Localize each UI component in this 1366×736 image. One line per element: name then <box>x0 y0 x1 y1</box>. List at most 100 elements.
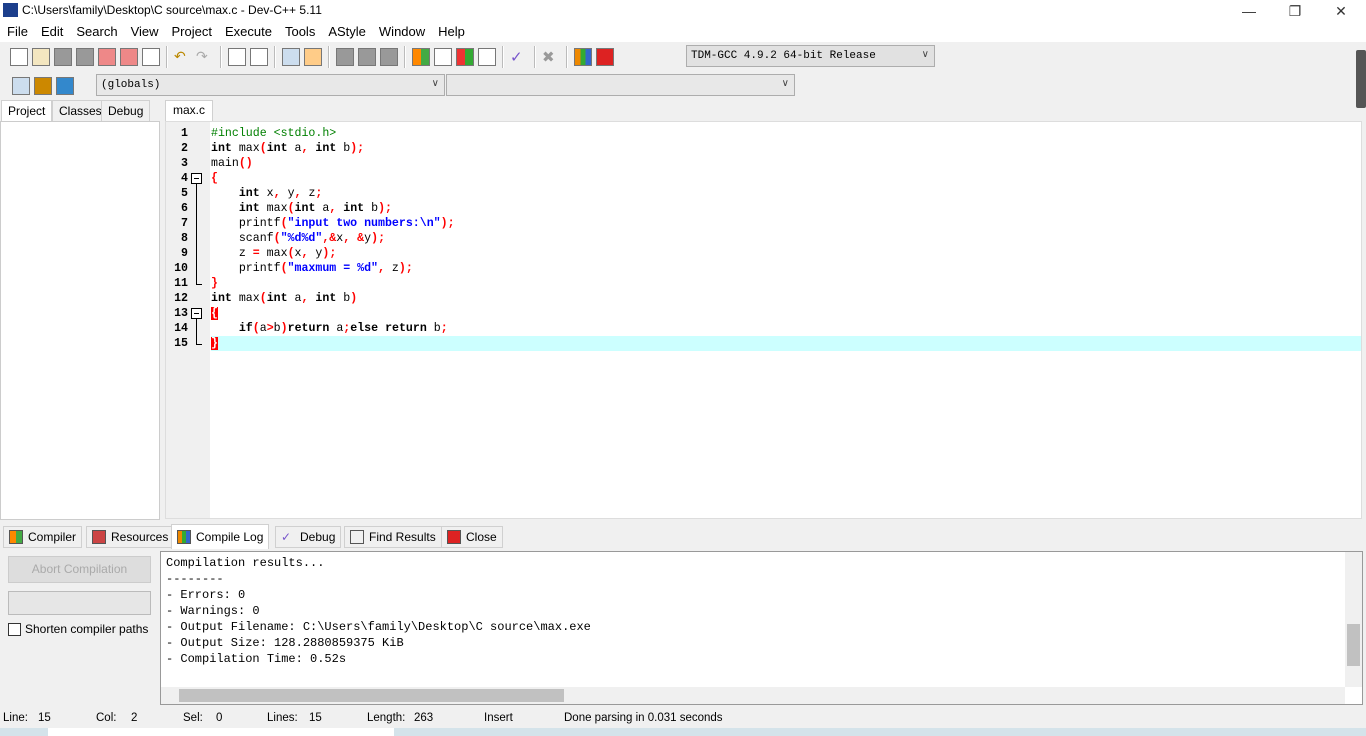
save-icon[interactable] <box>54 48 72 66</box>
indent-icon[interactable] <box>282 48 300 66</box>
taskbar-item[interactable] <box>48 728 394 736</box>
class-toolbar <box>10 72 76 100</box>
shorten-paths-checkbox[interactable] <box>8 622 21 636</box>
compile-icon[interactable] <box>412 48 430 66</box>
shorten-paths-option[interactable]: Shorten compiler paths <box>8 622 148 636</box>
tab-label: Close <box>466 530 497 544</box>
menu-edit[interactable]: Edit <box>34 22 69 42</box>
code-token: z <box>384 262 399 275</box>
code-editor[interactable]: 1 2 3 4 5 6 7 8 9 10 11 12 13 14 15 #include <stdio.h>… <box>165 121 1362 519</box>
code-line[interactable]: int x, y, z; <box>211 186 1361 201</box>
menu-project[interactable]: Project <box>165 22 218 42</box>
bookmark-next-icon[interactable] <box>358 48 376 66</box>
code-token: ( <box>280 217 288 230</box>
tab-compile-log[interactable]: Compile Log <box>171 524 270 549</box>
compiler-select[interactable]: TDM-GCC 4.9.2 64-bit Release ∨ <box>686 45 935 67</box>
menu-tools[interactable]: Tools <box>278 22 321 42</box>
add-icon[interactable] <box>34 77 52 95</box>
tab-compiler[interactable]: Compiler <box>3 526 83 548</box>
log-hscroll-thumb[interactable] <box>179 689 564 702</box>
menu-window[interactable]: Window <box>372 22 431 42</box>
bookmark-prev-icon[interactable] <box>336 48 354 66</box>
code-line[interactable]: main() <box>211 156 1361 171</box>
new-file-icon[interactable] <box>10 48 28 66</box>
tab-debug-left[interactable]: Debug <box>101 100 151 122</box>
code-line[interactable]: int max(int a, int b); <box>211 201 1361 216</box>
line-number: 7 <box>181 217 188 230</box>
undo-icon[interactable]: ↶ <box>174 48 192 66</box>
code-line[interactable]: int max(int a, int b) <box>211 291 1361 306</box>
status-length-label: Length: <box>367 712 406 724</box>
tab-resources[interactable]: Resources <box>86 526 175 548</box>
find-icon[interactable] <box>228 48 246 66</box>
menu-astyle[interactable]: AStyle <box>321 22 372 42</box>
code-line[interactable]: #include <stdio.h> <box>211 126 1361 141</box>
print-icon[interactable] <box>142 48 160 66</box>
abort-compilation-button[interactable]: Abort Compilation <box>8 556 151 583</box>
menu-search[interactable]: Search <box>69 22 123 42</box>
code-line[interactable]: { <box>211 171 1361 186</box>
goto-line-icon[interactable] <box>304 48 322 66</box>
toggle-icon[interactable] <box>56 77 74 95</box>
project-panel <box>0 121 160 520</box>
rebuild-icon[interactable] <box>478 48 496 66</box>
code-token: "maxmum = %d" <box>287 262 378 275</box>
menu-view[interactable]: View <box>124 22 165 42</box>
toggle-bookmark-icon[interactable] <box>380 48 398 66</box>
status-line: 15 <box>38 712 51 724</box>
code-line[interactable]: scanf("%d%d",&x, &y); <box>211 231 1361 246</box>
delete-profile-icon[interactable] <box>596 48 614 66</box>
close-window-button[interactable]: ✕ <box>1318 0 1364 22</box>
restore-button[interactable]: ❐ <box>1272 0 1318 22</box>
code-token: int <box>343 202 365 215</box>
tab-debug[interactable]: ✓ Debug <box>275 526 342 548</box>
find-icon <box>350 530 364 544</box>
menu-help[interactable]: Help <box>431 22 471 42</box>
code-token: y <box>280 187 295 200</box>
code-line[interactable]: } <box>211 276 1361 291</box>
tab-find-results[interactable]: Find Results <box>344 526 442 548</box>
menu-file[interactable]: File <box>0 22 34 42</box>
line-number: 3 <box>181 157 188 170</box>
app-icon <box>3 3 18 17</box>
member-select[interactable]: ∨ <box>446 74 795 96</box>
editor-tab-max-c[interactable]: max.c <box>165 100 214 122</box>
save-all-icon[interactable] <box>76 48 94 66</box>
code-line[interactable]: } <box>211 336 1361 351</box>
status-sel-label: Sel: <box>183 712 203 724</box>
stop-icon[interactable]: ✖ <box>542 48 560 66</box>
log-hscrollbar[interactable] <box>161 687 1345 704</box>
compile-run-icon[interactable] <box>456 48 474 66</box>
close-file-icon[interactable] <box>98 48 116 66</box>
code-token: = <box>252 247 260 260</box>
line-number: 8 <box>181 232 188 245</box>
log-vscroll-thumb[interactable] <box>1347 624 1360 666</box>
tab-close[interactable]: Close <box>441 526 503 548</box>
minimize-button[interactable]: — <box>1226 0 1272 22</box>
code-line[interactable]: z = max(x, y); <box>211 246 1361 261</box>
line-number: 5 <box>181 187 188 200</box>
check-icon: ✓ <box>281 530 292 544</box>
code-line[interactable]: int max(int a, int b); <box>211 141 1361 156</box>
compile-log[interactable]: Compilation results... -------- - Errors… <box>160 551 1363 705</box>
syntax-check-icon[interactable]: ✓ <box>510 48 528 66</box>
log-vscrollbar[interactable] <box>1345 552 1362 687</box>
redo-icon[interactable]: ↷ <box>196 48 214 66</box>
scope-select[interactable]: (globals) ∨ <box>96 74 445 96</box>
code-line[interactable]: if(a>b)return a;else return b; <box>211 321 1361 336</box>
run-icon[interactable] <box>434 48 452 66</box>
insert-icon[interactable] <box>12 77 30 95</box>
code-line[interactable]: { <box>211 306 1361 321</box>
fold-toggle-icon[interactable] <box>191 308 202 319</box>
profile-icon[interactable] <box>574 48 592 66</box>
menu-execute[interactable]: Execute <box>218 22 278 42</box>
open-file-icon[interactable] <box>32 48 50 66</box>
fold-toggle-icon[interactable] <box>191 173 202 184</box>
tab-project[interactable]: Project <box>1 100 53 122</box>
code-token: x <box>294 247 302 260</box>
close-all-icon[interactable] <box>120 48 138 66</box>
code-line[interactable]: printf("maxmum = %d", z); <box>211 261 1361 276</box>
code-line[interactable]: printf("input two numbers:\n"); <box>211 216 1361 231</box>
window-scrollbar[interactable] <box>1356 50 1366 108</box>
replace-icon[interactable] <box>250 48 268 66</box>
